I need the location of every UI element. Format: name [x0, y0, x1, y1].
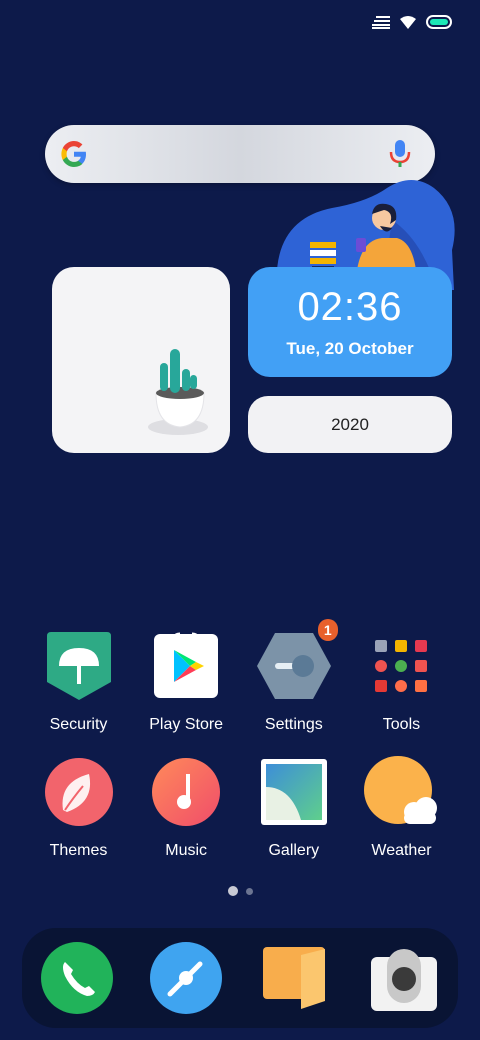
app-weather[interactable]: Weather — [348, 754, 455, 860]
app-label: Gallery — [268, 842, 320, 859]
app-row: Security Play Store 1 Settings Tools — [25, 619, 455, 734]
dock-browser[interactable] — [149, 941, 223, 1015]
umbrella-shield-icon — [46, 632, 111, 700]
microphone-icon[interactable] — [389, 139, 411, 169]
camera-icon — [370, 949, 437, 1011]
leaf-icon — [44, 758, 113, 826]
app-gallery[interactable]: Gallery — [240, 754, 347, 860]
page-indicator[interactable] — [0, 886, 480, 896]
cactus-pot-icon — [148, 349, 208, 435]
hexagon-toggle-icon — [256, 633, 331, 699]
year-label: 2020 — [331, 414, 369, 434]
app-themes[interactable]: Themes — [25, 754, 132, 860]
folder-grid-icon — [375, 640, 428, 692]
google-g-icon — [61, 141, 86, 167]
clock-time: 02:36 — [297, 285, 403, 329]
app-label: Themes — [49, 842, 108, 859]
clock-widget[interactable]: 02:36 Tue, 20 October — [248, 267, 452, 377]
plant-widget[interactable] — [52, 267, 230, 453]
dock-phone[interactable] — [40, 941, 114, 1015]
app-settings[interactable]: 1 Settings — [240, 619, 347, 734]
phone-icon — [40, 942, 113, 1014]
dock — [22, 928, 458, 1028]
app-music[interactable]: Music — [133, 754, 240, 860]
music-note-icon — [152, 758, 221, 826]
app-label: Music — [165, 842, 208, 859]
app-row: Themes Music Gallery Weather — [25, 754, 455, 860]
compass-icon — [149, 942, 222, 1014]
page-dot[interactable] — [245, 887, 253, 895]
app-label: Settings — [264, 716, 323, 733]
play-store-icon — [154, 632, 219, 698]
app-play-store[interactable]: Play Store — [133, 628, 240, 734]
app-label: Play Store — [149, 716, 224, 733]
year-widget[interactable]: 2020 — [248, 396, 452, 453]
status-bar — [372, 10, 452, 34]
page-dot-active[interactable] — [227, 886, 238, 896]
sun-cloud-icon — [364, 756, 438, 824]
notification-badge: 1 — [317, 619, 338, 641]
app-label: Security — [49, 716, 108, 733]
clock-date: Tue, 20 October — [286, 339, 414, 358]
app-grid: Security Play Store 1 Settings Tools The… — [25, 619, 455, 880]
app-label: Weather — [371, 842, 432, 859]
notebook-icon — [262, 947, 325, 1009]
app-tools[interactable]: Tools — [348, 628, 455, 734]
dock-camera[interactable] — [367, 941, 441, 1015]
search-bar[interactable] — [45, 125, 435, 183]
wifi-icon — [400, 16, 416, 29]
battery-icon — [426, 15, 452, 29]
picture-icon — [260, 759, 327, 825]
app-label: Tools — [382, 716, 421, 733]
app-security[interactable]: Security — [25, 628, 132, 734]
signal-icon — [372, 16, 390, 29]
dock-notes[interactable] — [258, 941, 332, 1015]
